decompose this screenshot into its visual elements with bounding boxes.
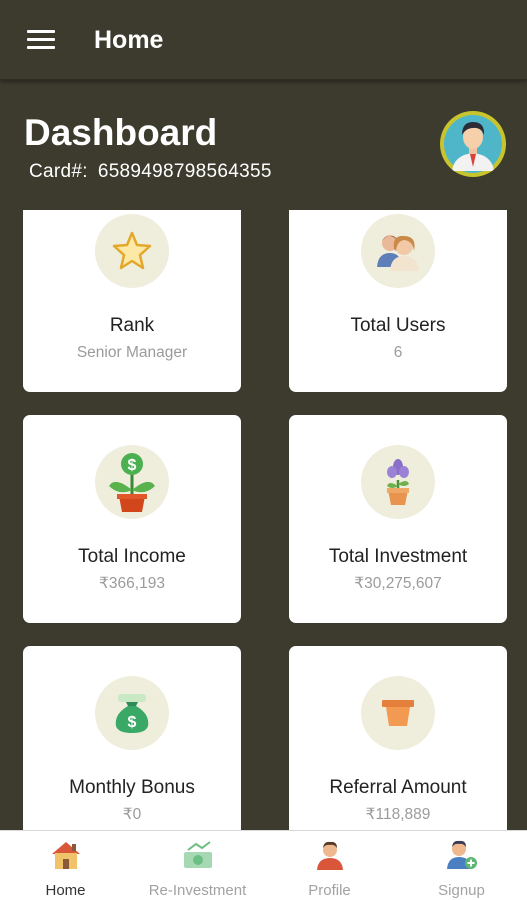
nav-item-reinvestment[interactable]: Re-Investment (132, 831, 263, 900)
nav-label: Re-Investment (148, 882, 247, 899)
signup-icon (446, 840, 478, 870)
card-value: ₹366,193 (99, 575, 165, 592)
card-label: Card#: (29, 161, 88, 182)
nav-item-profile[interactable]: Profile (264, 831, 395, 900)
profile-icon (314, 840, 346, 870)
card-label: Rank (109, 315, 155, 336)
total-users-card[interactable]: Total Users 6 (289, 210, 507, 392)
star-icon (95, 214, 169, 288)
home-icon (50, 840, 82, 870)
reinvestment-icon (182, 840, 214, 870)
nav-label: Signup (438, 882, 485, 899)
card-label: Total Users (350, 315, 446, 336)
users-icon (361, 214, 435, 288)
card-value: ₹118,889 (365, 806, 431, 823)
svg-text:$: $ (128, 714, 137, 731)
card-label: Total Investment (328, 546, 468, 567)
money-bag-icon: $ (95, 676, 169, 750)
card-value: ₹0 (122, 806, 142, 823)
card-value: 6 (393, 344, 403, 361)
card-value: Senior Manager (76, 344, 188, 361)
nav-item-signup[interactable]: Signup (396, 831, 527, 900)
nav-label: Profile (308, 882, 351, 899)
nav-item-home[interactable]: Home (0, 831, 131, 900)
card-label: Total Income (78, 546, 186, 567)
total-investment-card[interactable]: Total Investment ₹30,275,607 (289, 415, 507, 623)
app-bar: Home (0, 0, 527, 80)
nav-label: Home (45, 882, 86, 899)
monthly-bonus-card[interactable]: $ Monthly Bonus ₹0 (23, 646, 241, 846)
referral-amount-card[interactable]: Referral Amount ₹118,889 (289, 646, 507, 846)
flower-pot-icon (361, 445, 435, 519)
card-value: ₹30,275,607 (354, 575, 442, 592)
user-avatar-icon (444, 115, 502, 173)
card-label: Monthly Bonus (69, 777, 195, 798)
hamburger-menu-icon[interactable] (27, 30, 55, 50)
bottom-navigation: Home Re-Investment Profile Signup (0, 830, 527, 900)
card-number: 6589498798564355 (97, 161, 272, 182)
rank-card[interactable]: Rank Senior Manager (23, 210, 241, 392)
card-number-line: Card#: 6589498798564355 (29, 161, 272, 183)
app-bar-title: Home (94, 26, 164, 54)
card-label: Referral Amount (329, 777, 467, 798)
svg-text:$: $ (128, 457, 137, 474)
money-plant-icon: $ (95, 445, 169, 519)
total-income-card[interactable]: $ Total Income ₹366,193 (23, 415, 241, 623)
pot-icon (361, 676, 435, 750)
user-avatar[interactable] (440, 111, 506, 177)
page-title: Dashboard (24, 112, 218, 153)
